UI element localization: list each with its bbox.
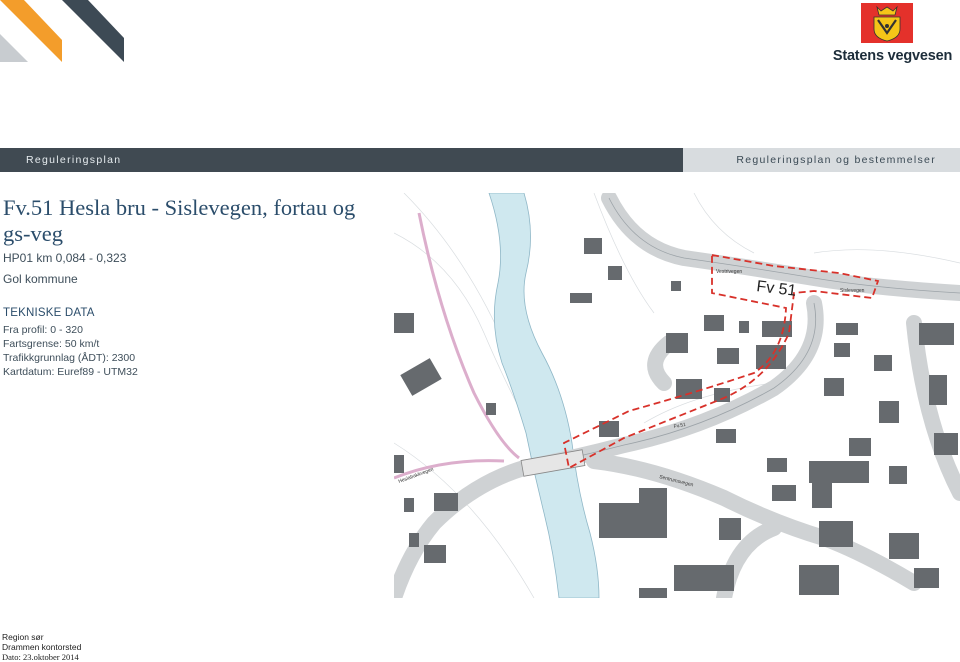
band-left: Reguleringsplan (0, 148, 683, 172)
norwegian-road-authority-crest-icon (861, 3, 913, 43)
map-street-label: Sislevegen (840, 288, 865, 294)
technical-data-item: Kartdatum: Euref89 - UTM32 (3, 366, 138, 378)
footer: Region sør Drammen kontorsted Dato: 23.o… (2, 632, 81, 662)
project-subtitle: HP01 km 0,084 - 0,323 (3, 251, 127, 265)
document-type-band: Reguleringsplan Reguleringsplan og beste… (0, 148, 960, 172)
technical-data-item: Trafikkgrunnlag (ÅDT): 2300 (3, 352, 136, 364)
project-title: Fv.51 Hesla bru - Sislevegen, fortau og … (3, 195, 356, 246)
technical-data-item: Fartsgrense: 50 km/t (3, 338, 100, 350)
project-municipality: Gol kommune (3, 272, 78, 286)
footer-office: Drammen kontorsted (2, 642, 82, 652)
footer-region: Region sør (2, 632, 44, 642)
band-right-label: Reguleringsplan og bestemmelser (736, 154, 936, 166)
brand-logo[interactable]: Statens vegvesen (825, 2, 960, 66)
map-street-label: Vestrivegen (716, 269, 742, 275)
brand-name: Statens vegvesen (832, 48, 953, 64)
band-right: Reguleringsplan og bestemmelser (683, 148, 960, 172)
technical-data-item: Fra profil: 0 - 320 (3, 324, 83, 336)
technical-data-list: Fra profil: 0 - 320 Fartsgrense: 50 km/t… (3, 323, 138, 379)
technical-data-heading: TEKNISKE DATA (3, 307, 95, 319)
band-left-label: Reguleringsplan (26, 154, 122, 166)
regulation-map[interactable]: Fv 51 Vestrivegen Sislevegen Sentrumsveg… (394, 193, 960, 598)
corner-stripes-decoration (0, 0, 130, 66)
